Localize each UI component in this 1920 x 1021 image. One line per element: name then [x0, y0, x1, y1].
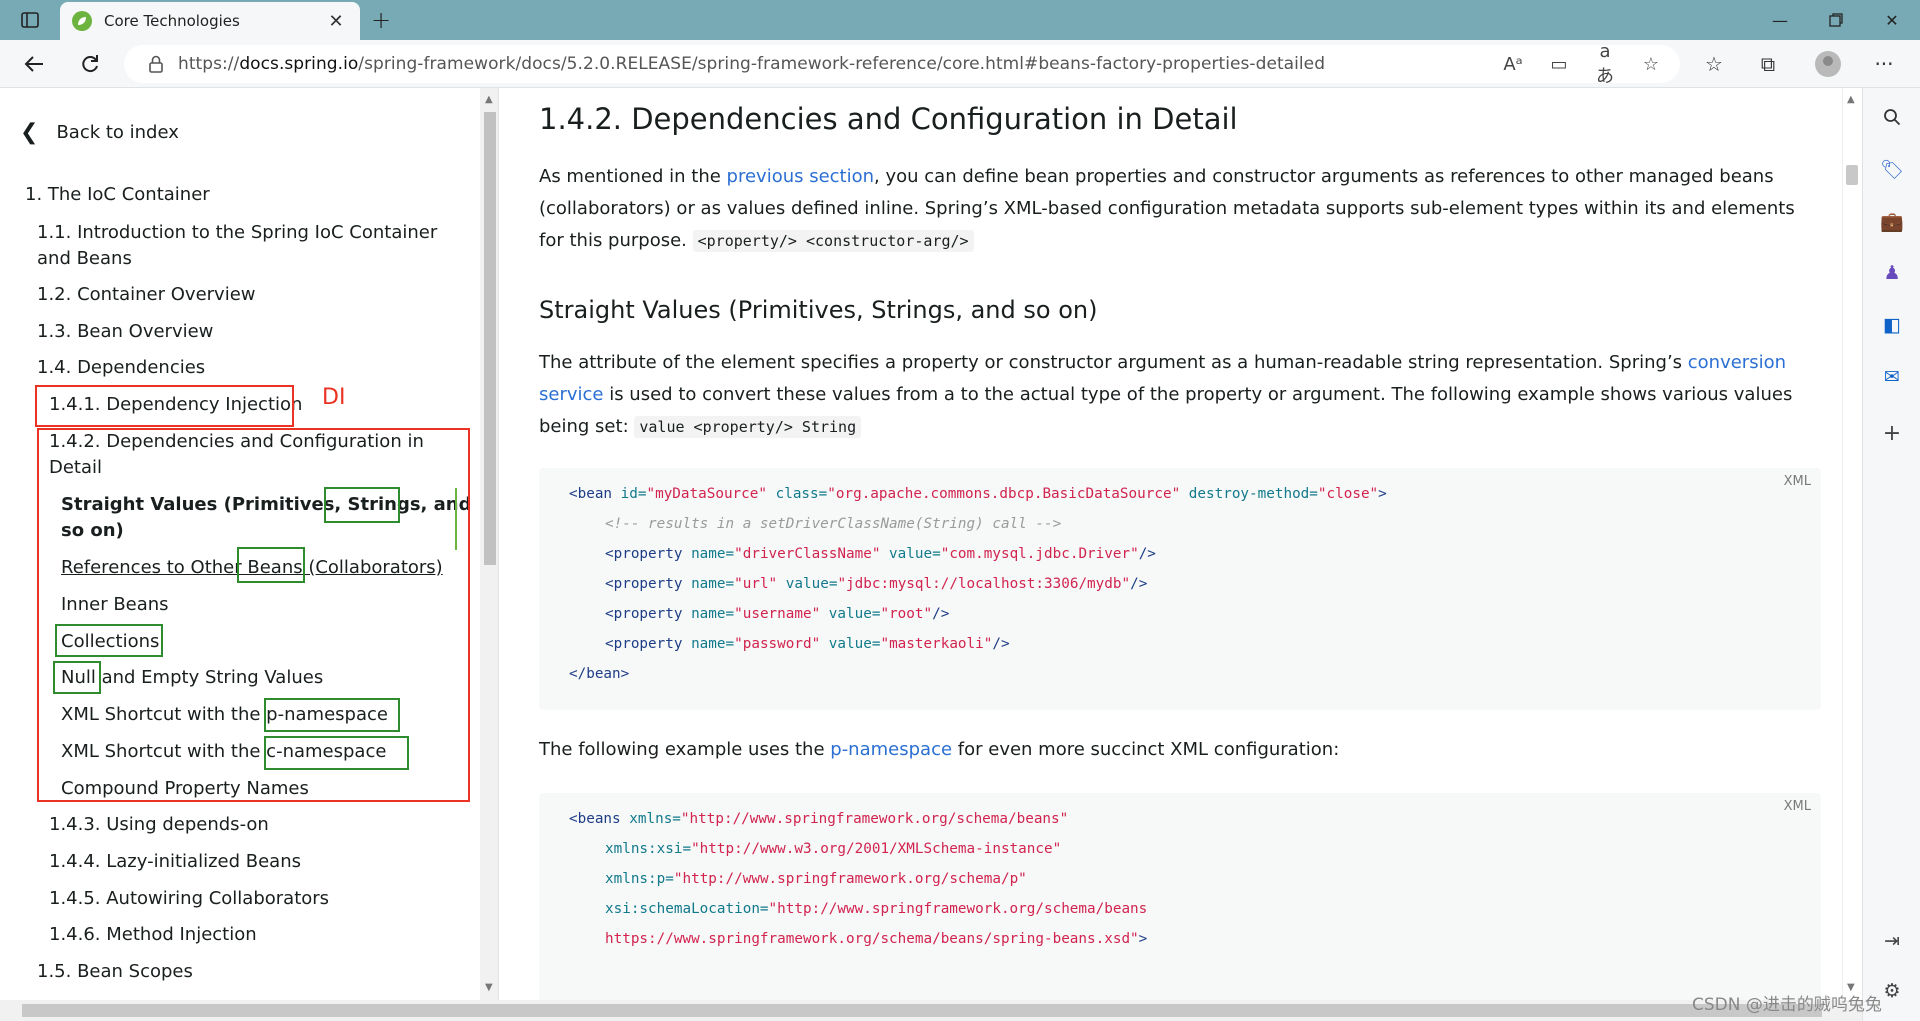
navigation-bar: https://docs.spring.io/spring-framework/… — [0, 40, 1920, 88]
hide-sidebar-icon[interactable]: ⇥ — [1879, 928, 1905, 954]
browser-tab[interactable]: Core Technologies ✕ — [60, 2, 360, 40]
lock-icon[interactable] — [148, 55, 164, 73]
add-favorite-icon[interactable]: ☆ — [1638, 54, 1664, 75]
search-icon[interactable] — [1879, 104, 1905, 130]
toc-item[interactable]: 1.4.3. Using depends-on — [49, 812, 269, 838]
edge-sidebar: 🏷 💼 ♟ ◧ ✉ + ⇥ ⚙ — [1862, 88, 1920, 1021]
settings-more-icon[interactable]: ··· — [1866, 48, 1902, 80]
p-namespace-link[interactable]: p-namespace — [830, 739, 952, 760]
immersive-reader-icon[interactable]: ▭ — [1546, 54, 1572, 75]
add-icon[interactable]: + — [1879, 420, 1905, 446]
office-icon[interactable]: ◧ — [1879, 312, 1905, 338]
toc-item[interactable]: and Beans — [37, 246, 132, 272]
code-block: XML <beans xmlns="http://www.springframe… — [539, 793, 1821, 1000]
translate-icon[interactable]: aあ — [1592, 41, 1618, 88]
toc-divider — [498, 88, 499, 1000]
shopping-tag-icon[interactable]: 🏷 — [1879, 156, 1905, 182]
collections-icon[interactable]: ⧉ — [1750, 48, 1786, 80]
watermark: CSDN @进击的贼呜兔兔 — [1692, 995, 1882, 1015]
document-content: 1.4.2. Dependencies and Configuration in… — [500, 88, 1842, 1000]
title-bar: Core Technologies ✕ + — ✕ — [0, 0, 1920, 40]
spring-leaf-icon — [72, 11, 92, 31]
refresh-icon[interactable] — [72, 48, 108, 80]
url-text: https://docs.spring.io/spring-framework/… — [178, 54, 1326, 74]
code-block: XML <bean id="myDataSource" class="org.a… — [539, 468, 1821, 710]
scroll-down-icon[interactable]: ▼ — [485, 982, 493, 993]
toc-item[interactable]: 1.3. Bean Overview — [37, 319, 213, 345]
previous-section-link[interactable]: previous section — [727, 166, 875, 187]
minimize-icon[interactable]: — — [1752, 0, 1808, 40]
annotation-box-null — [53, 661, 101, 694]
close-tab-icon[interactable]: ✕ — [324, 11, 348, 32]
annotation-label: DI — [322, 385, 346, 410]
annotation-box-p-namespace — [264, 698, 400, 732]
address-bar[interactable]: https://docs.spring.io/spring-framework/… — [124, 41, 1680, 87]
annotation-box-di — [35, 385, 294, 427]
new-tab-icon[interactable]: + — [366, 6, 396, 34]
toc-item[interactable]: 1.1. Introduction to the Spring IoC Cont… — [37, 220, 437, 246]
annotation-box-c-namespace — [264, 736, 409, 770]
settings-gear-icon[interactable]: ⚙ — [1879, 978, 1905, 1004]
games-icon[interactable]: ♟ — [1879, 260, 1905, 286]
chevron-left-icon: ❮ — [20, 120, 39, 145]
code-language-label: XML — [1783, 799, 1811, 814]
page-heading: 1.4.2. Dependencies and Configuration in… — [539, 102, 1238, 136]
restore-icon[interactable] — [1808, 0, 1864, 40]
content-scrollbar-thumb[interactable] — [1846, 165, 1858, 185]
tab-title: Core Technologies — [104, 12, 240, 30]
horizontal-scrollbar-thumb[interactable] — [22, 1004, 1822, 1017]
conversion-service-link[interactable]: service — [539, 384, 603, 405]
section-heading: Straight Values (Primitives, Strings, an… — [539, 296, 1098, 324]
paragraph-straight-values: The attribute of the element specifies a… — [539, 352, 1793, 438]
content-scrollbar[interactable] — [1842, 88, 1860, 1000]
conversion-service-link[interactable]: conversion — [1688, 352, 1786, 373]
toc-item[interactable]: 1.4.5. Autowiring Collaborators — [49, 886, 329, 912]
toc-item[interactable]: 1. The IoC Container — [25, 182, 210, 208]
toc-item[interactable]: 1.2. Container Overview — [37, 282, 256, 308]
annotation-box-strings — [324, 487, 400, 523]
back-to-index-link[interactable]: ❮ Back to index — [20, 120, 179, 145]
code-language-label: XML — [1783, 474, 1811, 489]
favorites-icon[interactable]: ☆ — [1696, 48, 1732, 80]
annotation-box-beans — [237, 547, 305, 583]
outlook-icon[interactable]: ✉ — [1879, 364, 1905, 390]
tab-actions-icon[interactable] — [14, 6, 46, 34]
read-aloud-icon[interactable]: A͏ᵃ — [1500, 54, 1526, 75]
paragraph-intro: As mentioned in the previous section, yo… — [539, 166, 1795, 252]
toc-item[interactable]: 1.4.6. Method Injection — [49, 922, 257, 948]
toc-item[interactable]: 1.4. Dependencies — [37, 355, 205, 381]
scroll-up-icon[interactable]: ▲ — [1847, 94, 1855, 105]
close-window-icon[interactable]: ✕ — [1864, 0, 1920, 40]
annotation-box-collections — [55, 624, 163, 657]
toc-item[interactable]: 1.5. Bean Scopes — [37, 959, 193, 985]
inline-code: value <property/> String — [634, 416, 862, 438]
scroll-up-icon[interactable]: ▲ — [485, 94, 493, 105]
tools-briefcase-icon[interactable]: 💼 — [1879, 208, 1905, 234]
toc-item[interactable]: 1.4.4. Lazy-initialized Beans — [49, 849, 301, 875]
paragraph-p-namespace: The following example uses the p-namespa… — [539, 739, 1340, 760]
profile-avatar[interactable] — [1810, 48, 1846, 80]
toc-scrollbar-thumb[interactable] — [484, 112, 496, 565]
back-arrow-icon[interactable] — [16, 48, 52, 80]
inline-code: <property/> <constructor-arg/> — [692, 230, 974, 252]
